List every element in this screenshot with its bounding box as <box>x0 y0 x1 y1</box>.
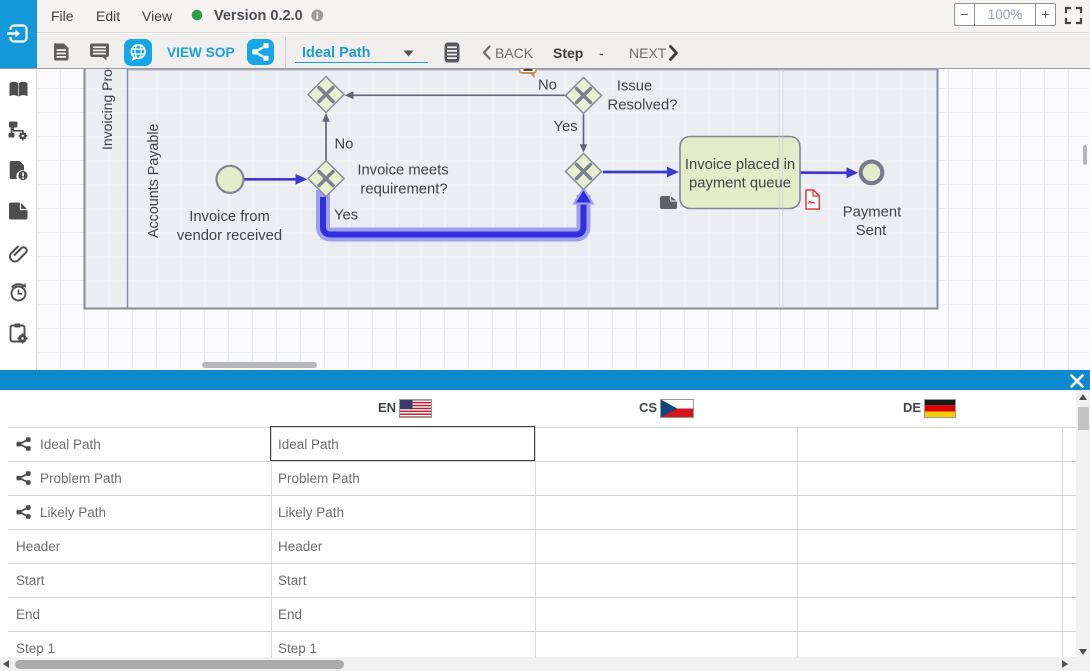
svg-text:Invoice meets: Invoice meets <box>357 163 448 179</box>
svg-text:No: No <box>538 78 557 94</box>
svg-text:Payment: Payment <box>843 205 901 221</box>
svg-text:Resolved?: Resolved? <box>608 98 678 114</box>
svg-text:Accounts Payable: Accounts Payable <box>146 124 162 238</box>
svg-text:payment queue: payment queue <box>689 176 791 192</box>
svg-text:requirement?: requirement? <box>360 182 447 198</box>
svg-text:vendor received: vendor received <box>177 228 282 244</box>
svg-text:Yes: Yes <box>334 208 358 224</box>
svg-text:Invoice placed in: Invoice placed in <box>685 157 795 173</box>
svg-text:Sent: Sent <box>856 223 886 239</box>
svg-text:No: No <box>335 137 354 153</box>
svg-text:Invoice from: Invoice from <box>189 209 270 225</box>
svg-text:Issue: Issue <box>617 79 652 95</box>
svg-text:Invoicing Process: Invoicing Process <box>99 69 115 150</box>
svg-text:Yes: Yes <box>554 119 578 135</box>
